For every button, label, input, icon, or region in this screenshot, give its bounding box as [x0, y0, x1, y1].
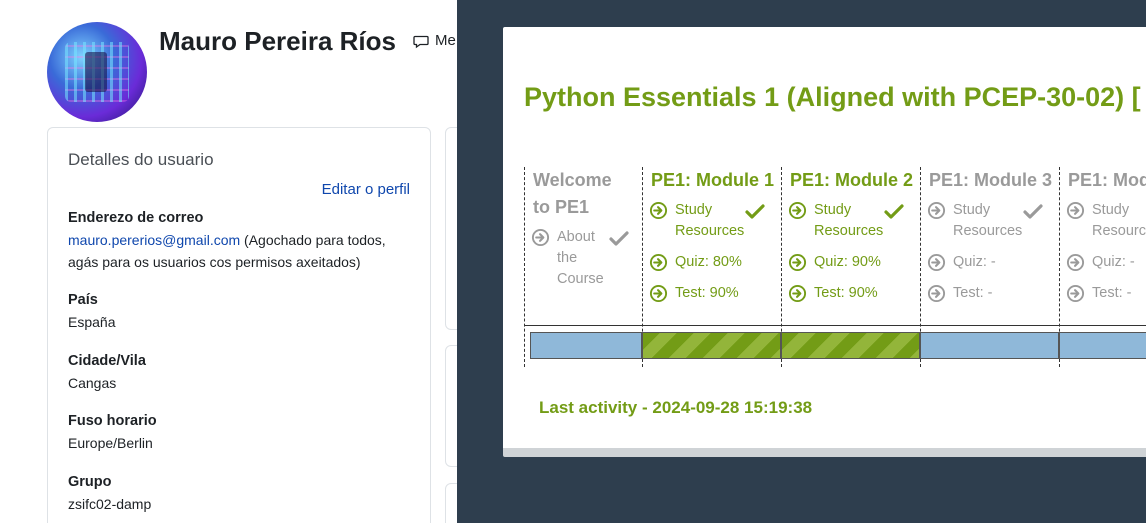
course-progress-modal: Python Essentials 1 (Aligned with PCEP-3… [503, 27, 1146, 457]
activity-label: Quiz: 80% [675, 254, 742, 270]
check-icon [745, 204, 765, 219]
arrow-circle-icon [788, 253, 807, 272]
timezone-value: Europe/Berlin [68, 435, 153, 451]
check-icon [1023, 204, 1043, 219]
activity-label: About the Course [557, 229, 604, 287]
activity-label: Quiz: 90% [814, 254, 881, 270]
email-label: Enderezo de correo [68, 210, 204, 226]
activity-study-resources[interactable]: Study Resources [788, 200, 884, 242]
city-field: Cidade/Vila Cangas [68, 350, 413, 394]
arrow-circle-icon [927, 253, 946, 272]
message-link-label: Me [435, 32, 456, 49]
activity-label: Study Resources [814, 202, 884, 239]
progress-segment [781, 332, 920, 359]
timezone-field: Fuso horario Europe/Berlin [68, 410, 413, 454]
timezone-label: Fuso horario [68, 413, 157, 429]
arrow-circle-icon [788, 201, 807, 220]
section-title[interactable]: PE1: Module 1 [651, 167, 774, 194]
arrow-circle-icon [927, 284, 946, 303]
section-title[interactable]: PE1: Module 3 [929, 167, 1052, 194]
arrow-circle-icon [649, 253, 668, 272]
activity-test[interactable]: Test: 90% [649, 283, 739, 304]
section-title[interactable]: Welcome to PE1 [533, 167, 612, 221]
last-activity: Last activity - 2024-09-28 15:19:38 [539, 398, 813, 417]
group-field: Grupo zsifc02-damp [68, 471, 413, 515]
activity-quiz[interactable]: Quiz: 90% [788, 252, 881, 273]
arrow-circle-icon [649, 284, 668, 303]
course-title: Python Essentials 1 (Aligned with PCEP-3… [524, 82, 1141, 112]
activity-label: Study Resources [953, 202, 1023, 239]
progress-segment [1059, 332, 1146, 359]
group-label: Grupo [68, 474, 112, 490]
group-value: zsifc02-damp [68, 496, 152, 512]
message-link[interactable]: Me [413, 32, 456, 49]
arrow-circle-icon [788, 284, 807, 303]
activity-quiz[interactable]: Quiz: - [927, 252, 996, 273]
progress-segment [920, 332, 1059, 359]
progress-segment [642, 332, 781, 359]
city-label: Cidade/Vila [68, 353, 146, 369]
details-title: Detalles do usuario [68, 150, 214, 169]
section-title[interactable]: PE1: Mod [1068, 167, 1146, 194]
country-field: País España [68, 289, 413, 333]
country-value: España [68, 314, 116, 330]
arrow-circle-icon [1066, 284, 1085, 303]
check-icon [884, 204, 904, 219]
section-title[interactable]: PE1: Module 2 [790, 167, 913, 194]
check-icon [609, 231, 629, 246]
profile-name: Mauro Pereira Ríos [159, 26, 396, 56]
activity-label: Test: - [1092, 285, 1132, 301]
activity-study-resources[interactable]: Study Resources [649, 200, 745, 242]
arrow-circle-icon [531, 228, 550, 247]
avatar [47, 22, 147, 122]
activity-label: Test: - [953, 285, 993, 301]
arrow-circle-icon [649, 201, 668, 220]
email-link[interactable]: mauro.pererios@gmail.com [68, 232, 240, 248]
arrow-circle-icon [1066, 201, 1085, 220]
edit-profile-link[interactable]: Editar o perfil [322, 181, 410, 198]
progress-divider [524, 325, 1146, 326]
activity-test[interactable]: Test: - [927, 283, 992, 304]
activity-study-resources[interactable]: Study Resources [1066, 200, 1146, 242]
activity-study-resources[interactable]: Study Resources [927, 200, 1023, 242]
activity-label: Study Resources [1092, 202, 1146, 239]
activity-quiz[interactable]: Quiz: - [1066, 252, 1135, 273]
activity-label: Quiz: - [1092, 254, 1135, 270]
activity-label: Test: 90% [814, 285, 878, 301]
activity-label: Quiz: - [953, 254, 996, 270]
user-details-card: Detalles do usuario Editar o perfil Ende… [47, 127, 431, 523]
message-icon [413, 35, 429, 48]
arrow-circle-icon [927, 201, 946, 220]
country-label: País [68, 292, 98, 308]
city-value: Cangas [68, 375, 117, 391]
activity-test[interactable]: Test: 90% [788, 283, 878, 304]
progress-segment [530, 332, 642, 359]
activity-label: Test: 90% [675, 285, 739, 301]
activity-quiz[interactable]: Quiz: 80% [649, 252, 742, 273]
activity-test[interactable]: Test: - [1066, 283, 1131, 304]
email-field: Enderezo de correo mauro.pererios@gmail.… [68, 207, 413, 273]
activity-label: Study Resources [675, 202, 745, 239]
arrow-circle-icon [1066, 253, 1085, 272]
